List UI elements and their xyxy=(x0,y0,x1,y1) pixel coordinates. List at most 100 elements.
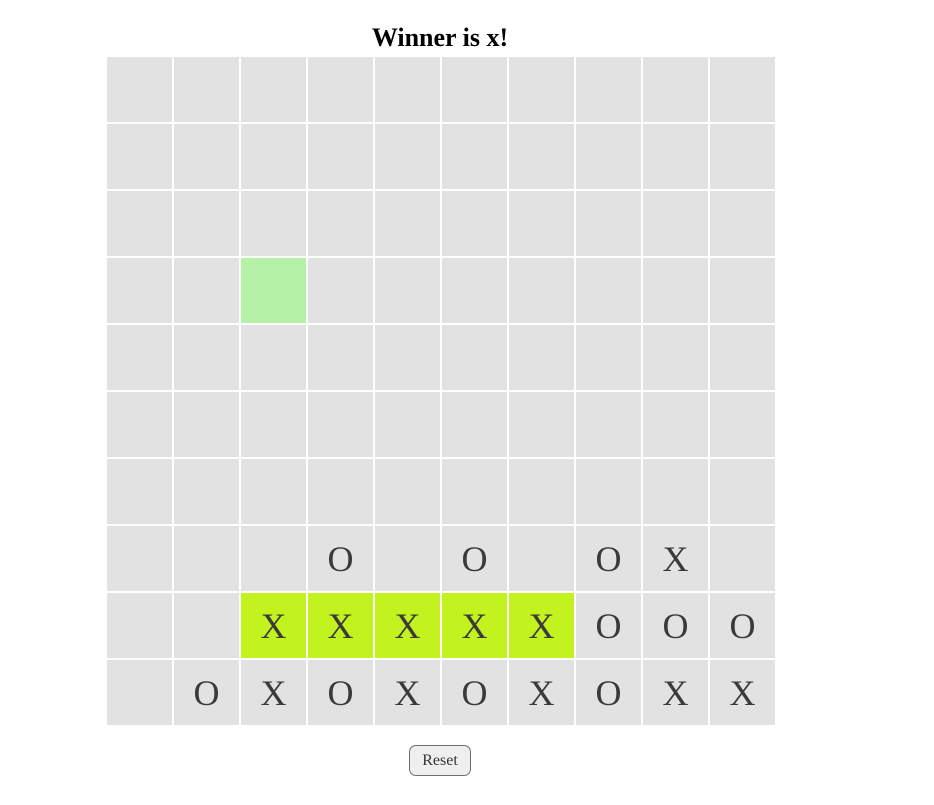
board-cell[interactable]: X xyxy=(308,593,373,658)
board-cell[interactable] xyxy=(576,191,641,256)
board-cell[interactable]: X xyxy=(241,660,306,725)
board-cell[interactable] xyxy=(710,124,775,189)
reset-button[interactable]: Reset xyxy=(409,745,471,776)
board-cell[interactable] xyxy=(576,325,641,390)
board-cell[interactable] xyxy=(643,124,708,189)
board-cell[interactable] xyxy=(375,325,440,390)
board-cell[interactable] xyxy=(442,459,507,524)
board-cell[interactable] xyxy=(308,325,373,390)
board-cell[interactable] xyxy=(375,124,440,189)
board-cell[interactable] xyxy=(241,392,306,457)
board-cell[interactable] xyxy=(710,325,775,390)
board-cell[interactable] xyxy=(375,526,440,591)
board-cell[interactable] xyxy=(710,258,775,323)
board-cell[interactable] xyxy=(710,459,775,524)
board-cell[interactable]: X xyxy=(643,660,708,725)
board-cell[interactable] xyxy=(174,124,239,189)
board-cell[interactable] xyxy=(509,57,574,122)
board-cell[interactable]: O xyxy=(643,593,708,658)
board-cell[interactable]: X xyxy=(241,593,306,658)
board-cell[interactable]: X xyxy=(643,526,708,591)
board-cell[interactable] xyxy=(643,392,708,457)
board-cell[interactable] xyxy=(174,459,239,524)
board-cell[interactable] xyxy=(643,459,708,524)
board-cell[interactable] xyxy=(107,593,172,658)
board-cell[interactable] xyxy=(509,325,574,390)
board-cell[interactable]: O xyxy=(442,660,507,725)
board-cell[interactable] xyxy=(509,526,574,591)
board-cell[interactable] xyxy=(107,57,172,122)
board-cell[interactable] xyxy=(643,325,708,390)
board-cell[interactable] xyxy=(174,258,239,323)
board-cell[interactable] xyxy=(710,392,775,457)
board-cell[interactable] xyxy=(241,191,306,256)
board-cell[interactable] xyxy=(107,660,172,725)
board-cell[interactable] xyxy=(576,57,641,122)
board-cell[interactable] xyxy=(107,325,172,390)
board-cell[interactable] xyxy=(107,258,172,323)
board-cell[interactable] xyxy=(643,57,708,122)
board-cell[interactable] xyxy=(509,392,574,457)
board-cell[interactable]: O xyxy=(308,660,373,725)
board-cell[interactable] xyxy=(241,57,306,122)
board-cell[interactable] xyxy=(375,392,440,457)
board-cell[interactable] xyxy=(308,459,373,524)
board-cell[interactable]: X xyxy=(442,593,507,658)
board-cell[interactable]: O xyxy=(576,593,641,658)
board-cell[interactable] xyxy=(174,57,239,122)
board-cell[interactable] xyxy=(710,57,775,122)
board-cell[interactable] xyxy=(107,191,172,256)
board-cell[interactable] xyxy=(174,392,239,457)
board-cell[interactable] xyxy=(241,258,306,323)
board-cell[interactable] xyxy=(643,258,708,323)
board-cell[interactable]: X xyxy=(375,593,440,658)
board-cell[interactable] xyxy=(375,57,440,122)
board-cell[interactable] xyxy=(107,392,172,457)
board-cell[interactable] xyxy=(509,124,574,189)
board-cell[interactable] xyxy=(241,325,306,390)
board-cell[interactable] xyxy=(308,392,373,457)
board-cell[interactable] xyxy=(107,124,172,189)
board-cell[interactable] xyxy=(442,325,507,390)
board-cell[interactable] xyxy=(509,258,574,323)
board-cell[interactable] xyxy=(174,526,239,591)
board-cell[interactable] xyxy=(710,526,775,591)
board-cell[interactable] xyxy=(576,392,641,457)
board-cell[interactable] xyxy=(241,124,306,189)
board-cell[interactable]: O xyxy=(576,660,641,725)
board-cell[interactable] xyxy=(375,258,440,323)
board-cell[interactable] xyxy=(442,392,507,457)
board-cell[interactable]: X xyxy=(710,660,775,725)
board-cell[interactable] xyxy=(107,526,172,591)
board-cell[interactable]: O xyxy=(442,526,507,591)
board-cell[interactable] xyxy=(576,459,641,524)
board-cell[interactable] xyxy=(509,191,574,256)
board-cell[interactable] xyxy=(442,191,507,256)
board-cell[interactable] xyxy=(710,191,775,256)
board-cell[interactable] xyxy=(241,526,306,591)
board-cell[interactable] xyxy=(241,459,306,524)
board-cell[interactable] xyxy=(643,191,708,256)
board-cell[interactable]: X xyxy=(509,593,574,658)
board-cell[interactable] xyxy=(509,459,574,524)
board-cell[interactable] xyxy=(442,57,507,122)
board-cell[interactable]: O xyxy=(576,526,641,591)
board-cell[interactable]: O xyxy=(710,593,775,658)
board-cell[interactable] xyxy=(375,459,440,524)
board-cell[interactable] xyxy=(375,191,440,256)
board-cell[interactable] xyxy=(308,124,373,189)
board-cell[interactable] xyxy=(576,124,641,189)
board-cell[interactable]: X xyxy=(509,660,574,725)
board-cell[interactable] xyxy=(308,258,373,323)
board-cell[interactable] xyxy=(576,258,641,323)
board-cell[interactable] xyxy=(442,258,507,323)
board-cell[interactable]: O xyxy=(308,526,373,591)
board-cell[interactable] xyxy=(442,124,507,189)
board-cell[interactable] xyxy=(308,57,373,122)
board-cell[interactable]: O xyxy=(174,660,239,725)
board-cell[interactable] xyxy=(174,191,239,256)
board-cell[interactable]: X xyxy=(375,660,440,725)
board-cell[interactable] xyxy=(107,459,172,524)
board-cell[interactable] xyxy=(308,191,373,256)
board-cell[interactable] xyxy=(174,593,239,658)
